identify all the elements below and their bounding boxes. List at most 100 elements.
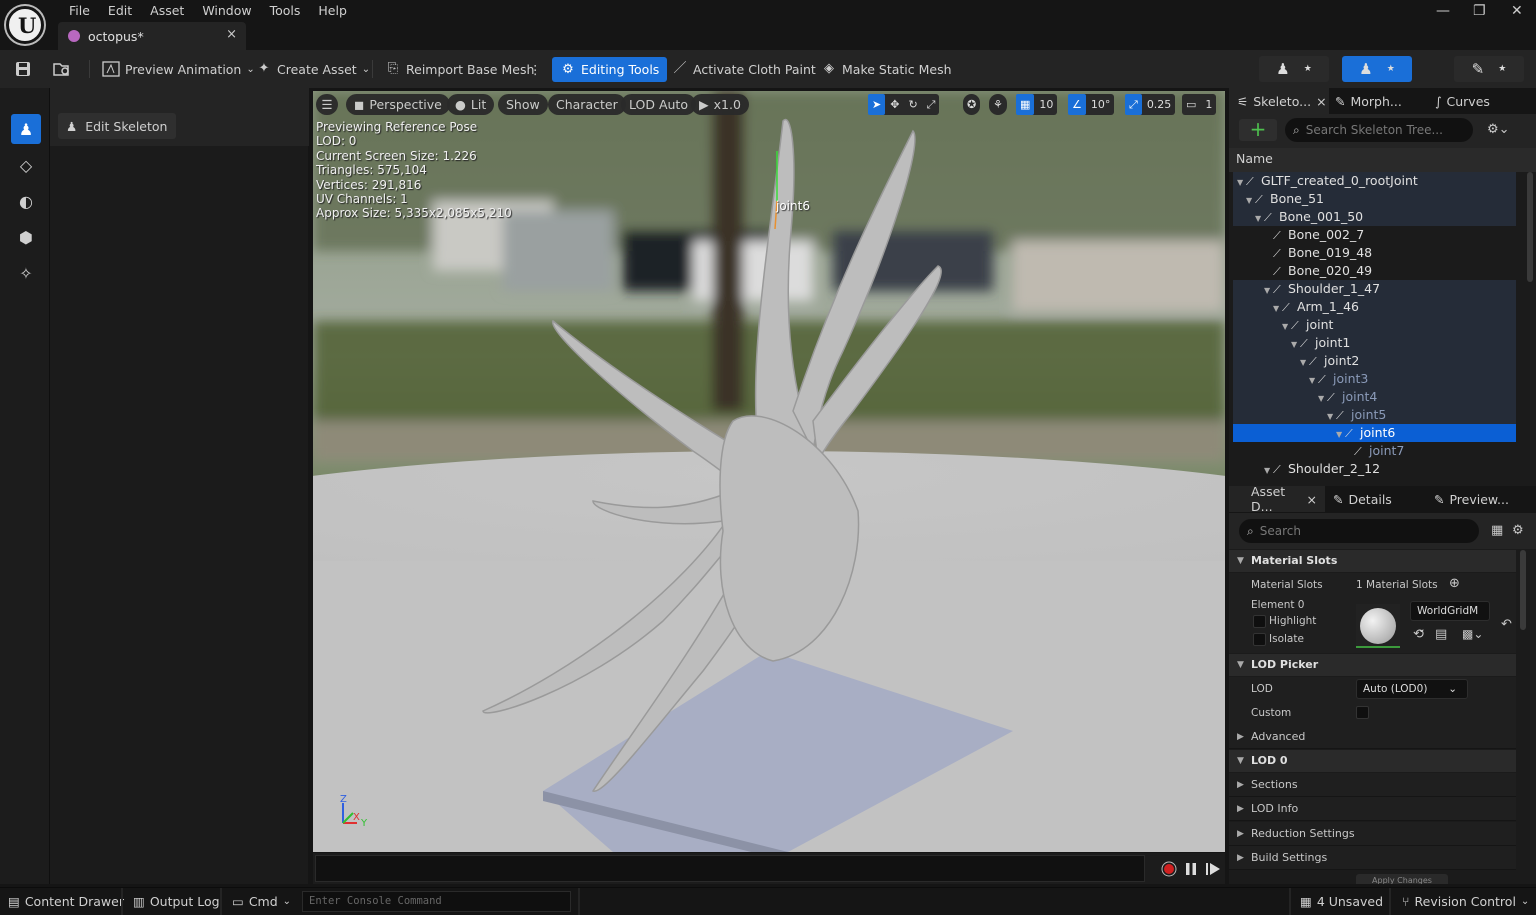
timeline-track[interactable]: [315, 855, 1145, 882]
tab-morph-targets[interactable]: ✎ Morph...: [1335, 88, 1402, 114]
translate-tool-icon[interactable]: ✥: [886, 94, 903, 115]
details-search-input[interactable]: ⌕ Search: [1239, 519, 1479, 543]
surface-snap-toggle[interactable]: ⚘: [989, 94, 1007, 115]
tab-curves[interactable]: ∫ Curves: [1435, 88, 1490, 114]
name-column-header[interactable]: Name: [1229, 148, 1536, 172]
tab-preview-settings[interactable]: ✎ Preview...: [1434, 486, 1509, 512]
save-button[interactable]: [14, 58, 32, 80]
make-static-mesh-button[interactable]: ◈ Make Static Mesh: [821, 58, 952, 80]
rotate-tool-icon[interactable]: ↻: [904, 94, 921, 115]
menu-edit[interactable]: Edit: [99, 3, 141, 19]
table-view-icon[interactable]: ▦: [1491, 523, 1503, 538]
bone-row[interactable]: ▼ ⟋ joint: [1233, 316, 1516, 334]
edit-skeleton-button[interactable]: ♟ Edit Skeleton: [58, 113, 176, 139]
section-lod0[interactable]: ▼ LOD 0: [1229, 750, 1516, 772]
revision-control-button[interactable]: ⑂ Revision Control ⌄: [1402, 888, 1529, 915]
bone-row[interactable]: ▼ ⟋ Shoulder_2_12: [1233, 460, 1516, 478]
bone-row[interactable]: ▼ ⟋ joint3: [1233, 370, 1516, 388]
preview-viewport[interactable]: ☰ ◼ Perspective ● Lit Show Character LOD…: [313, 91, 1225, 852]
menu-file[interactable]: File: [60, 3, 99, 19]
animation-mode-button[interactable]: ✎ ★: [1454, 56, 1524, 82]
show-button[interactable]: Show: [498, 94, 548, 115]
material-options-icon[interactable]: ▩⌄: [1462, 627, 1483, 641]
lit-button[interactable]: ● Lit: [447, 94, 495, 115]
bone-row[interactable]: ▼ ⟋ joint5: [1233, 406, 1516, 424]
details-scrollbar[interactable]: [1520, 550, 1526, 630]
restore-icon[interactable]: ❐: [1473, 3, 1486, 19]
unreal-logo-icon[interactable]: [6, 6, 44, 44]
create-asset-button[interactable]: ✦ Create Asset ⌄: [256, 58, 371, 80]
rotation-snap[interactable]: ∠ 10°: [1068, 94, 1115, 115]
editing-tools-button[interactable]: ⚙ Editing Tools: [552, 57, 668, 82]
viewport-options-button[interactable]: ☰: [316, 94, 338, 115]
section-reduction-settings[interactable]: ▶ Reduction Settings: [1229, 822, 1516, 846]
apply-changes-button[interactable]: Apply Changes: [1356, 874, 1448, 884]
section-sections[interactable]: ▶ Sections: [1229, 773, 1516, 797]
bone-row[interactable]: ▼ ⟋ joint4: [1233, 388, 1516, 406]
isolate-checkbox[interactable]: [1253, 633, 1266, 646]
add-bone-button[interactable]: +: [1239, 119, 1277, 141]
bone-row[interactable]: ▼ ⟋ joint1: [1233, 334, 1516, 352]
reimport-options-button[interactable]: ⋮: [529, 58, 542, 80]
record-icon[interactable]: [1161, 861, 1177, 877]
bone-row[interactable]: ▼ ⟋ Bone_51: [1233, 190, 1516, 208]
scale-tool-icon[interactable]: ⤢: [923, 94, 940, 115]
menu-window[interactable]: Window: [193, 3, 260, 19]
mesh-mode-icon[interactable]: ⬢: [11, 222, 41, 252]
bone-row[interactable]: ▼ ⟋ joint6: [1233, 424, 1516, 442]
uv-mode-icon[interactable]: ✧: [11, 258, 41, 288]
bone-row[interactable]: ⟋ Bone_020_49: [1233, 262, 1516, 280]
section-advanced[interactable]: ▶ Advanced: [1229, 725, 1516, 749]
select-tool-icon[interactable]: ➤: [868, 94, 886, 115]
mesh-mode-button[interactable]: ♟ ★: [1342, 56, 1412, 82]
output-log-button[interactable]: ▥ Output Log: [133, 888, 220, 915]
reimport-base-mesh-button[interactable]: ⎘ Reimport Base Mesh: [385, 58, 535, 80]
close-tab-icon[interactable]: ×: [1307, 492, 1317, 507]
character-button[interactable]: Character: [548, 94, 626, 115]
browse-folder-icon[interactable]: ▤: [1435, 627, 1447, 642]
browse-button[interactable]: [52, 58, 72, 80]
minimize-icon[interactable]: —: [1436, 3, 1450, 19]
material-dropdown[interactable]: WorldGridM ⌄: [1410, 601, 1490, 635]
material-thumbnail[interactable]: [1356, 604, 1400, 648]
menu-tools[interactable]: Tools: [261, 3, 310, 19]
document-tab[interactable]: octopus* ×: [58, 22, 246, 50]
lod-button[interactable]: LOD Auto: [621, 94, 696, 115]
console-command-input[interactable]: Enter Console Command: [302, 891, 571, 912]
reset-arrow-icon[interactable]: ↶: [1501, 617, 1512, 632]
playback-speed-button[interactable]: ▶ x1.0: [691, 94, 749, 115]
section-lod-picker[interactable]: ▼ LOD Picker: [1229, 654, 1516, 676]
deform-mode-icon[interactable]: ◐: [11, 186, 41, 216]
lod-dropdown[interactable]: Auto (LOD0) ⌄: [1356, 679, 1468, 699]
content-drawer-button[interactable]: ▤ Content Drawer: [8, 888, 124, 915]
add-slot-icon[interactable]: ⊕: [1449, 576, 1460, 591]
skeleton-edit-mode-icon[interactable]: ♟: [11, 114, 41, 144]
settings-gear-icon[interactable]: ⚙⌄: [1487, 122, 1510, 137]
bone-row[interactable]: ⟋ Bone_002_7: [1233, 226, 1516, 244]
close-tab-icon[interactable]: ×: [1316, 94, 1326, 109]
close-window-icon[interactable]: ✕: [1511, 3, 1523, 19]
tab-asset-details[interactable]: Asset D... ×: [1229, 484, 1325, 514]
bone-row[interactable]: ⟋ joint7: [1233, 442, 1516, 460]
bone-row[interactable]: ⟋ Bone_019_48: [1233, 244, 1516, 262]
settings-gear-icon[interactable]: ⚙: [1512, 523, 1524, 538]
use-selected-icon[interactable]: ⟲: [1413, 627, 1424, 642]
highlight-checkbox[interactable]: [1253, 615, 1266, 628]
skeleton-search-input[interactable]: ⌕ Search Skeleton Tree...: [1285, 118, 1473, 142]
tab-skeleton-tree[interactable]: ⚟ Skeleto... ×: [1229, 88, 1329, 114]
pause-icon[interactable]: [1183, 861, 1199, 877]
bone-row[interactable]: ▼ ⟋ Shoulder_1_47: [1233, 280, 1516, 298]
custom-checkbox[interactable]: [1356, 706, 1369, 719]
perspective-button[interactable]: ◼ Perspective: [346, 94, 450, 115]
preview-animation-button[interactable]: Preview Animation ⌄: [102, 58, 255, 80]
expand-arrow-icon[interactable]: ▼: [1264, 462, 1273, 478]
scale-snap[interactable]: ⤢ 0.25: [1125, 94, 1176, 115]
select-mode-icon[interactable]: ◇: [11, 150, 41, 180]
grid-snap[interactable]: ▦ 10: [1016, 94, 1058, 115]
tab-details[interactable]: ✎ Details: [1333, 486, 1392, 512]
bone-row[interactable]: ▼ ⟋ Arm_1_46: [1233, 298, 1516, 316]
bone-row[interactable]: ▼ ⟋ Bone_001_50: [1233, 208, 1516, 226]
cmd-dropdown[interactable]: ▭ Cmd ⌄: [232, 888, 291, 915]
world-local-toggle[interactable]: ✪: [963, 94, 981, 115]
section-build-settings[interactable]: ▶ Build Settings: [1229, 846, 1516, 870]
